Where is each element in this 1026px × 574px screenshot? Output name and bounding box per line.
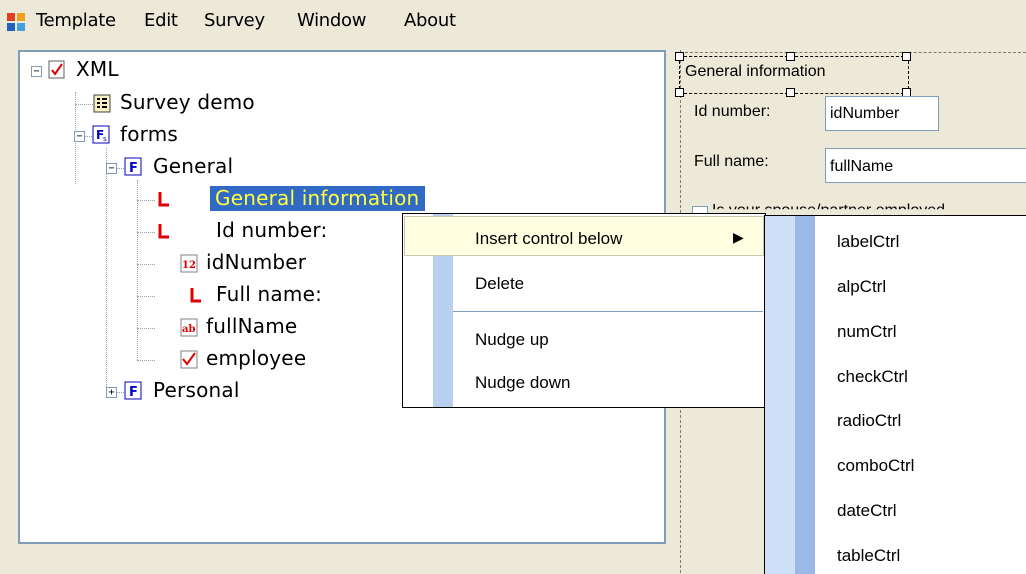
resize-handle[interactable] [786, 88, 795, 97]
submenu-gutter-shade [795, 216, 815, 574]
forms-icon: F s [92, 125, 110, 144]
app-icon [7, 13, 25, 31]
svg-text:12: 12 [182, 260, 196, 271]
xml-doc-icon [48, 60, 65, 79]
tree-node-employee[interactable]: employee [206, 346, 306, 370]
svg-text:F: F [129, 385, 138, 400]
submenu-item-combo-ctrl[interactable]: comboCtrl [837, 456, 914, 476]
svg-text:ab: ab [182, 324, 195, 335]
tree-node-survey-demo[interactable]: Survey demo [120, 90, 255, 114]
form-icon: F [124, 157, 142, 176]
submenu-item-check-ctrl[interactable]: checkCtrl [837, 367, 908, 387]
submenu-item-date-ctrl[interactable]: dateCtrl [837, 501, 897, 521]
menu-survey[interactable]: Survey [204, 10, 265, 31]
resize-handle[interactable] [675, 88, 684, 97]
menu-about[interactable]: About [404, 10, 456, 31]
tree-node-xml[interactable]: XML [76, 57, 119, 81]
tree-node-id-number-label[interactable]: Id number: [216, 218, 327, 242]
form-icon: F [124, 381, 142, 400]
delete-item[interactable]: Delete [475, 274, 524, 294]
menu-window[interactable]: Window [297, 10, 366, 31]
tree-node-personal[interactable]: Personal [153, 378, 240, 402]
submenu-gutter [765, 216, 795, 574]
submenu-item-alp-ctrl[interactable]: alpCtrl [837, 277, 886, 297]
submenu-item-radio-ctrl[interactable]: radioCtrl [837, 411, 901, 431]
full-name-label[interactable]: Full name: [694, 153, 769, 171]
menu-bar: Template Edit Survey Window About [0, 0, 1026, 44]
id-number-field[interactable]: idNumber [825, 96, 939, 131]
context-menu-separator [453, 311, 763, 312]
survey-icon [93, 94, 111, 113]
tree-node-id-number[interactable]: idNumber [206, 250, 306, 274]
submenu-item-label-ctrl[interactable]: labelCtrl [837, 232, 899, 252]
svg-text:F: F [129, 161, 138, 176]
menu-template[interactable]: Template [36, 10, 116, 31]
insert-control-submenu: labelCtrl alpCtrl numCtrl checkCtrl radi… [764, 215, 1026, 574]
resize-handle[interactable] [786, 52, 795, 61]
tree-node-full-name-label[interactable]: Full name: [216, 282, 322, 306]
insert-control-below-item[interactable]: Insert control below [475, 229, 622, 249]
nudge-up-item[interactable]: Nudge up [475, 330, 549, 350]
svg-text:s: s [103, 135, 107, 143]
submenu-item-num-ctrl[interactable]: numCtrl [837, 322, 897, 342]
checkbox-control-icon [180, 350, 198, 369]
group-label[interactable]: General information [685, 63, 826, 81]
status-strip [0, 545, 680, 573]
tree-node-forms[interactable]: forms [120, 122, 178, 146]
resize-handle[interactable] [675, 52, 684, 61]
tree-node-general[interactable]: General [153, 154, 233, 178]
label-control-icon [158, 224, 169, 239]
tree-node-general-information[interactable]: General information [210, 186, 426, 211]
numeric-control-icon: 12 [180, 254, 198, 273]
id-number-label[interactable]: Id number: [694, 103, 770, 121]
text-control-icon: ab [180, 318, 198, 337]
tree-node-full-name[interactable]: fullName [206, 314, 297, 338]
collapse-forms-toggle[interactable]: − [74, 131, 85, 142]
submenu-item-table-ctrl[interactable]: tableCtrl [837, 546, 900, 566]
context-menu: Insert control below ▶ Delete Nudge up N… [402, 213, 766, 408]
nudge-down-item[interactable]: Nudge down [475, 373, 570, 393]
collapse-xml-toggle[interactable]: − [31, 66, 42, 77]
menu-edit[interactable]: Edit [144, 10, 178, 31]
label-control-icon [190, 288, 201, 303]
submenu-arrow-icon: ▶ [733, 229, 744, 245]
resize-handle[interactable] [902, 52, 911, 61]
full-name-field[interactable]: fullName [825, 148, 1026, 183]
collapse-general-toggle[interactable]: − [106, 163, 117, 174]
expand-personal-toggle[interactable]: + [106, 387, 117, 398]
label-control-icon [158, 192, 169, 207]
